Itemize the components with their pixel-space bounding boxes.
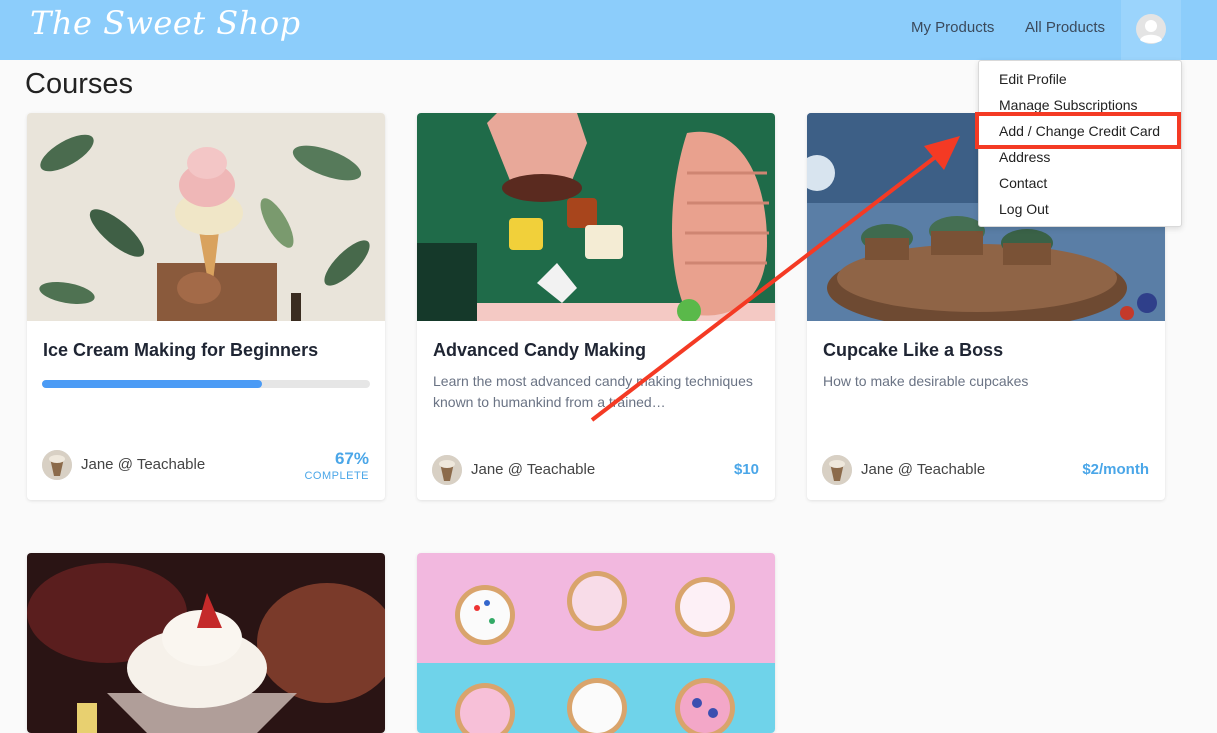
- course-title[interactable]: Ice Cream Making for Beginners: [43, 340, 318, 361]
- progress-bar: [42, 380, 370, 388]
- course-card-sundae[interactable]: [27, 553, 385, 733]
- sundae-image: [27, 553, 385, 733]
- author-name: Jane @ Teachable: [81, 456, 206, 473]
- user-avatar-icon: [1136, 14, 1166, 44]
- ice-cream-image: [27, 113, 385, 321]
- course-thumbnail-candy[interactable]: [417, 113, 775, 321]
- course-thumbnail-cookies[interactable]: [417, 553, 775, 733]
- nav-my-products[interactable]: My Products: [911, 19, 994, 36]
- menu-item-manage-subscriptions[interactable]: Manage Subscriptions: [999, 97, 1138, 113]
- menu-item-log-out[interactable]: Log Out: [999, 201, 1049, 217]
- course-card-ice-cream[interactable]: Ice Cream Making for Beginners Jane @ Te…: [27, 113, 385, 500]
- top-navbar: The Sweet Shop My Products All Products: [0, 0, 1217, 60]
- author-name: Jane @ Teachable: [861, 461, 986, 478]
- menu-item-address[interactable]: Address: [999, 149, 1050, 165]
- course-thumbnail-ice-cream[interactable]: [27, 113, 385, 321]
- course-thumbnail-sundae[interactable]: [27, 553, 385, 733]
- course-description: How to make desirable cupcakes: [823, 373, 1029, 389]
- author-name: Jane @ Teachable: [471, 461, 596, 478]
- progress-bar-fill: [42, 380, 262, 388]
- menu-item-edit-profile[interactable]: Edit Profile: [999, 71, 1067, 87]
- author-avatar: [42, 450, 72, 480]
- user-avatar-button[interactable]: [1121, 0, 1181, 60]
- course-price: $10: [733, 461, 759, 478]
- site-logo[interactable]: The Sweet Shop: [30, 4, 301, 42]
- author-avatar: [432, 455, 462, 485]
- author-avatar: [822, 455, 852, 485]
- course-title[interactable]: Cupcake Like a Boss: [823, 340, 1003, 361]
- page-title: Courses: [25, 68, 133, 100]
- nav-all-products[interactable]: All Products: [1025, 19, 1105, 36]
- progress-label: COMPLETE: [304, 470, 369, 482]
- course-title[interactable]: Advanced Candy Making: [433, 340, 646, 361]
- course-card-candy[interactable]: Advanced Candy Making Learn the most adv…: [417, 113, 775, 500]
- candy-image: [417, 113, 775, 321]
- menu-item-contact[interactable]: Contact: [999, 175, 1047, 191]
- annotation-highlight-box: [975, 112, 1181, 149]
- cookies-image: [417, 553, 775, 733]
- course-card-cookies[interactable]: [417, 553, 775, 733]
- course-description: Learn the most advanced candy making tec…: [433, 373, 753, 410]
- course-price: $2/month: [1082, 461, 1149, 478]
- progress-percent: 67%: [334, 449, 369, 468]
